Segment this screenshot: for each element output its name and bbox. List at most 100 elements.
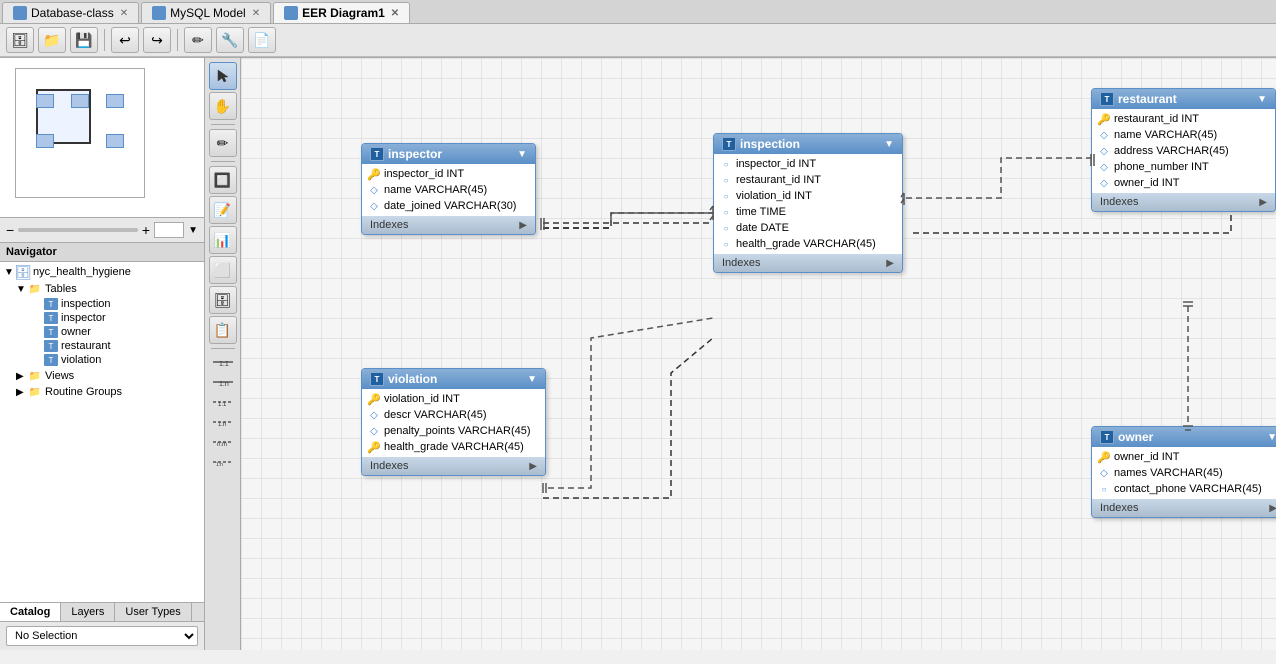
zoom-dropdown-icon[interactable]: ▼ [188,225,198,236]
tree-item-violation[interactable]: T violation [0,353,204,367]
zoom-value-input[interactable]: 101 [154,222,184,238]
svg-text:1:1: 1:1 [219,361,229,368]
tab-database-class[interactable]: Database-class ✕ [2,2,139,23]
zoom-slider[interactable] [18,228,138,232]
eraser-tool-btn[interactable]: 🔲 [209,166,237,194]
tree-item-restaurant[interactable]: T restaurant [0,339,204,353]
tab-mysql-model[interactable]: MySQL Model ✕ [141,2,271,23]
tree-root[interactable]: ▼ 🗄 nyc_health_hygiene [0,264,204,280]
tree-item-inspection[interactable]: T inspection [0,297,204,311]
close-tab-btn[interactable]: ✕ [252,8,260,19]
footer-arrow: ▶ [886,258,894,269]
select-tool-btn[interactable] [209,62,237,90]
close-tab-btn[interactable]: ✕ [120,8,128,19]
field-name: names VARCHAR(45) [1114,467,1223,479]
header-left: T restaurant [1100,92,1177,106]
table-inspector[interactable]: T inspector ▼ 🔑 inspector_id INT ◇ name … [361,143,536,235]
diamond-icon: ◇ [1098,161,1110,173]
table-violation[interactable]: T violation ▼ 🔑 violation_id INT ◇ descr… [361,368,546,476]
table-owner[interactable]: T owner ▼ 🔑 owner_id INT ◇ names VARCHAR… [1091,426,1276,518]
tree-item-inspector[interactable]: T inspector [0,311,204,325]
field-name: phone_number INT [1114,161,1209,173]
field-name: restaurant_id INT [1114,113,1199,125]
db-tool-btn[interactable]: 🗄 [209,286,237,314]
toolbar: 🗄 📁 💾 ↩ ↪ ✏ 🔧 📄 [0,24,1276,57]
line-tool-btn[interactable]: 📊 [209,226,237,254]
tool-sep-1 [211,124,235,125]
restaurant-footer[interactable]: Indexes ▶ [1092,193,1275,211]
tab-eer-diagram[interactable]: EER Diagram1 ✕ [273,2,410,23]
minimap[interactable] [0,58,204,218]
legend-1-1: 1:1 [211,355,235,369]
undo-btn[interactable]: ↩ [111,27,139,53]
svg-text:1:n: 1:n [216,462,223,468]
redo-btn[interactable]: ↪ [143,27,171,53]
field-inspector-id: 🔑 inspector_id INT [362,166,535,182]
open-btn[interactable]: 📁 [38,27,66,53]
diamond-icon: ◇ [1098,177,1110,189]
table-title: owner [1118,430,1153,444]
tree-expand-arrow: ▼ [16,284,28,295]
left-panel: − + 101 ▼ Navigator ▼ 🗄 nyc_health_hygie… [0,58,205,650]
table-owner-header: T owner ▼ [1092,427,1276,447]
field-descr: ◇ descr VARCHAR(45) [362,407,545,423]
zoom-out-icon[interactable]: − [6,222,14,238]
inspector-footer[interactable]: Indexes ▶ [362,216,535,234]
folder-icon: 📁 [28,282,42,296]
layers-tab[interactable]: Layers [61,603,115,621]
zoom-in-icon[interactable]: + [142,222,150,238]
text-tool-btn[interactable]: 📝 [209,196,237,224]
inspection-footer[interactable]: Indexes ▶ [714,254,902,272]
table-sm-icon: T [1100,430,1114,444]
pan-tool-btn[interactable]: ✋ [209,92,237,120]
owner-footer[interactable]: Indexes ▶ [1092,499,1276,517]
pk-icon: 🔑 [1098,113,1110,125]
tree-routines-header[interactable]: ▶ 📁 Routine Groups [0,384,204,400]
tab-bar: Database-class ✕ MySQL Model ✕ EER Diagr… [0,0,1276,24]
table-sm-icon: T [1100,92,1114,106]
table-inspector-header: T inspector ▼ [362,144,535,164]
close-tab-btn[interactable]: ✕ [391,8,399,19]
field-name: penalty_points VARCHAR(45) [384,425,531,437]
edit-btn[interactable]: ✏ [184,27,212,53]
footer-arrow: ▶ [1259,197,1267,208]
circle-icon: ○ [720,158,732,170]
tree-tables-header[interactable]: ▼ 📁 Tables [0,281,204,297]
tab-icon [284,6,298,20]
wrench-btn[interactable]: 🔧 [216,27,244,53]
tree-table-label: owner [61,326,91,338]
rect-tool-btn[interactable]: ⬜ [209,256,237,284]
table-inspection[interactable]: T inspection ▼ ○ inspector_id INT ○ rest… [713,133,903,273]
save-btn[interactable]: 💾 [70,27,98,53]
table-restaurant[interactable]: T restaurant ▼ 🔑 restaurant_id INT ◇ nam… [1091,88,1276,212]
table-title: restaurant [1118,92,1177,106]
table-sm-icon: T [370,372,384,386]
user-types-tab[interactable]: User Types [115,603,191,621]
header-left: T violation [370,372,437,386]
page-btn[interactable]: 📄 [248,27,276,53]
selection-dropdown[interactable]: No Selection [6,626,198,646]
tree-tables-label: Tables [45,283,77,295]
table-icon-inspector: T [44,312,58,324]
pencil-tool-btn[interactable]: ✏ [209,129,237,157]
tool-sep-3 [211,348,235,349]
violation-footer[interactable]: Indexes ▶ [362,457,545,475]
tree-table-label: inspector [61,312,106,324]
legend-line-1-1-dashed: 1:1 [211,395,235,409]
new-btn[interactable]: 🗄 [6,27,34,53]
field-name: contact_phone VARCHAR(45) [1114,483,1262,495]
pk-icon: 🔑 [1098,451,1110,463]
tool-sep-2 [211,161,235,162]
field-owner-id: 🔑 owner_id INT [1092,449,1276,465]
tree-tables-group: ▼ 📁 Tables T inspection T inspector T [0,280,204,368]
footer-arrow: ▶ [529,461,537,472]
tree-views-header[interactable]: ▶ 📁 Views [0,368,204,384]
catalog-tab[interactable]: Catalog [0,603,61,621]
view-tool-btn[interactable]: 📋 [209,316,237,344]
tree-table-label: violation [61,354,101,366]
tree-item-owner[interactable]: T owner [0,325,204,339]
canvas-area[interactable]: T inspector ▼ 🔑 inspector_id INT ◇ name … [241,58,1276,650]
svg-text:1:n: 1:n [219,381,229,388]
folder-icon-views: 📁 [28,369,42,383]
field-restaurant-id: 🔑 restaurant_id INT [1092,111,1275,127]
